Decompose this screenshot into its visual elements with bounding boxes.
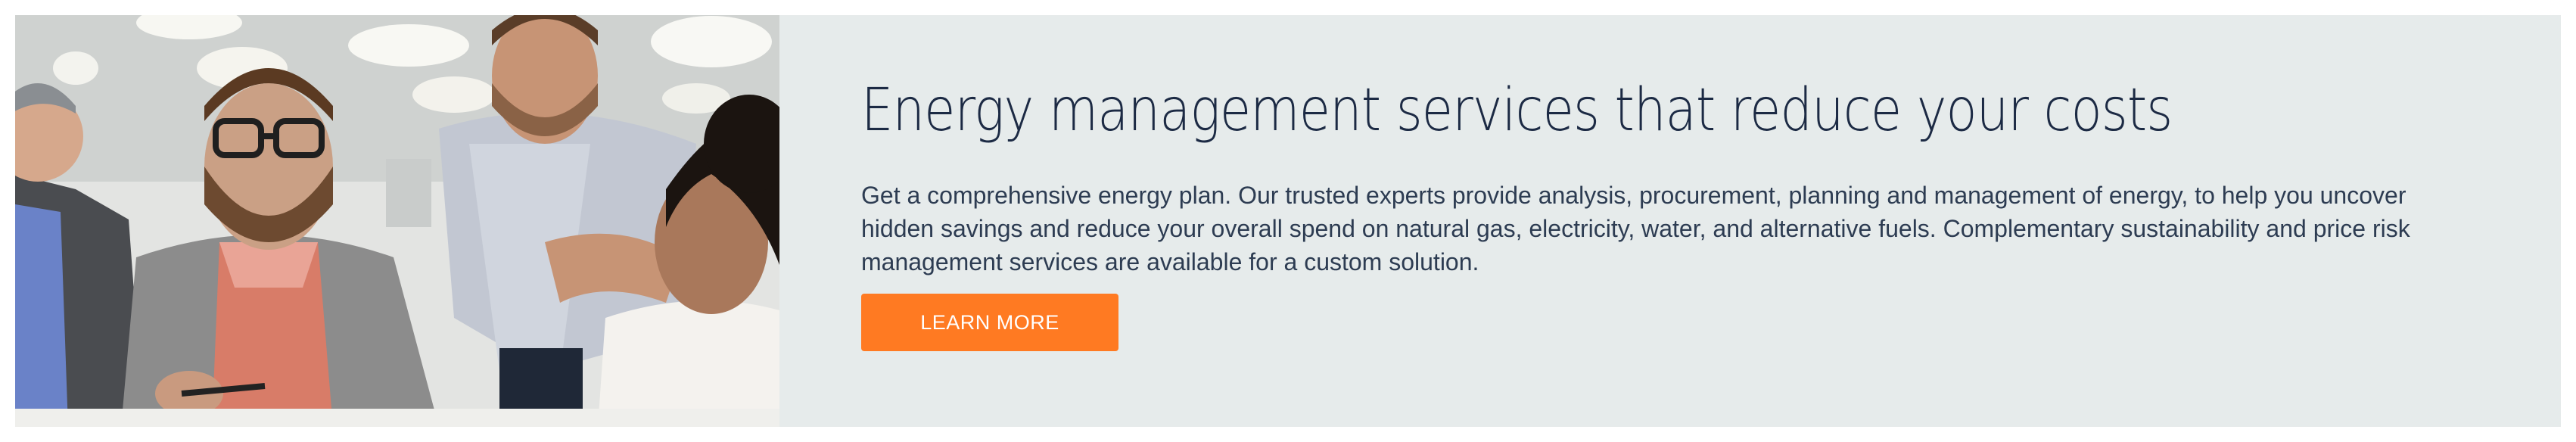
team-photo [15,15,779,427]
banner-description: Get a comprehensive energy plan. Our tru… [861,181,2410,275]
team-photo-illustration [15,15,779,427]
banner-content: Energy management services that reduce y… [779,15,2561,427]
promo-banner: Energy management services that reduce y… [15,15,2561,427]
learn-more-button[interactable]: LEARN MORE [861,293,1118,351]
banner-headline: Energy management services that reduce y… [861,76,2173,145]
